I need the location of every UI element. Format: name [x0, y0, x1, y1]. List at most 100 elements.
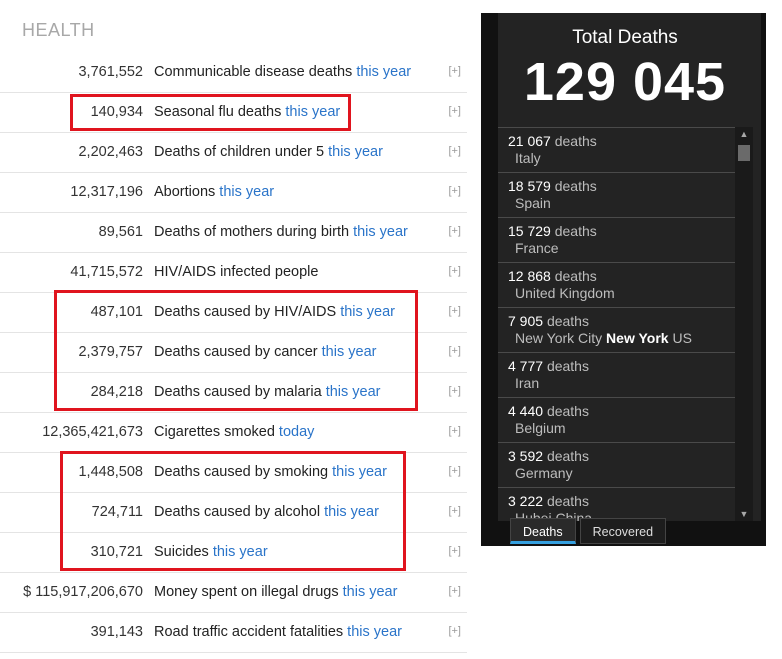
- expand-toggle[interactable]: [+]: [448, 105, 461, 117]
- row-label-group: Money spent on illegal drugs this year: [154, 584, 397, 600]
- row-period-link[interactable]: this year: [219, 184, 274, 200]
- expand-toggle[interactable]: [+]: [448, 545, 461, 557]
- location-name: France: [515, 240, 559, 256]
- expand-toggle[interactable]: [+]: [448, 185, 461, 197]
- row-period-link[interactable]: this year: [328, 144, 383, 160]
- location: United Kingdom: [508, 285, 735, 302]
- location-name: Spain: [515, 195, 551, 211]
- health-row: 12,365,421,673 Cigarettes smoked today [+]: [0, 413, 467, 453]
- expand-toggle[interactable]: [+]: [448, 265, 461, 277]
- row-label: Deaths caused by malaria: [154, 384, 322, 400]
- row-label: Seasonal flu deaths: [154, 104, 282, 120]
- health-row: 12,317,196 Abortions this year [+]: [0, 173, 467, 213]
- row-label-group: Cigarettes smoked today: [154, 424, 314, 440]
- row-label-group: Deaths caused by smoking this year: [154, 464, 387, 480]
- health-row: 41,715,572 HIV/AIDS infected people [+]: [0, 253, 467, 293]
- row-label-group: Deaths of children under 5 this year: [154, 144, 383, 160]
- health-row: 2,379,757 Deaths caused by cancer this ye…: [0, 333, 467, 373]
- row-label: Road traffic accident fatalities: [154, 624, 344, 640]
- location-name: New York City: [515, 330, 603, 346]
- tab-deaths[interactable]: Deaths: [510, 518, 576, 544]
- location-name: United Kingdom: [515, 285, 615, 301]
- row-label: Money spent on illegal drugs: [154, 584, 339, 600]
- row-label-group: Seasonal flu deaths this year: [154, 104, 340, 120]
- scroll-down-icon[interactable]: ▼: [735, 507, 753, 521]
- health-row: 1,448,508 Deaths caused by smoking this y…: [0, 453, 467, 493]
- row-period-link[interactable]: this year: [356, 64, 411, 80]
- health-row: 284,218 Deaths caused by malaria this yea…: [0, 373, 467, 413]
- location: France: [508, 240, 735, 257]
- total-deaths-value: 129 045: [523, 52, 727, 112]
- death-unit: deaths: [546, 403, 589, 419]
- row-period-link[interactable]: this year: [285, 104, 340, 120]
- row-value: 12,365,421,673: [42, 424, 143, 440]
- row-label-group: Abortions this year: [154, 184, 274, 200]
- row-value: 2,202,463: [78, 144, 143, 160]
- expand-toggle[interactable]: [+]: [448, 145, 461, 157]
- list-scrollbar[interactable]: ▲ ▼: [735, 127, 753, 521]
- row-period-link[interactable]: this year: [213, 544, 268, 560]
- expand-toggle[interactable]: [+]: [448, 585, 461, 597]
- expand-toggle[interactable]: [+]: [448, 465, 461, 477]
- death-count: 7 905: [508, 313, 544, 329]
- health-row: 391,143 Road traffic accident fatalities …: [0, 613, 467, 653]
- row-label: Abortions: [154, 184, 216, 200]
- row-label-group: Deaths caused by cancer this year: [154, 344, 376, 360]
- row-period-link[interactable]: this year: [332, 464, 387, 480]
- expand-toggle[interactable]: [+]: [448, 385, 461, 397]
- death-unit: deaths: [554, 133, 597, 149]
- location-name: Italy: [515, 150, 541, 166]
- country-item[interactable]: 12 868 deaths United Kingdom: [498, 262, 735, 307]
- section-title: HEALTH: [22, 20, 95, 40]
- row-label-group: Deaths caused by HIV/AIDS this year: [154, 304, 395, 320]
- tab-recovered[interactable]: Recovered: [579, 518, 667, 544]
- row-label: HIV/AIDS infected people: [154, 264, 319, 280]
- scroll-thumb[interactable]: [738, 145, 750, 161]
- country-deaths-list[interactable]: 21 067 deaths Italy 18 579 deaths Spain 15 7…: [498, 127, 735, 521]
- row-period-link[interactable]: this year: [322, 344, 377, 360]
- country-item[interactable]: 3 592 deaths Germany: [498, 442, 735, 487]
- country-item[interactable]: 4 440 deaths Belgium: [498, 397, 735, 442]
- expand-toggle[interactable]: [+]: [448, 625, 461, 637]
- death-unit: deaths: [546, 448, 589, 464]
- expand-toggle[interactable]: [+]: [448, 425, 461, 437]
- location-name: Iran: [515, 375, 540, 391]
- health-row: 2,202,463 Deaths of children under 5 this…: [0, 133, 467, 173]
- row-label: Deaths of children under 5: [154, 144, 325, 160]
- expand-toggle[interactable]: [+]: [448, 345, 461, 357]
- country-item[interactable]: 15 729 deaths France: [498, 217, 735, 262]
- death-count: 4 440: [508, 403, 544, 419]
- row-value: 12,317,196: [70, 184, 143, 200]
- row-period-link[interactable]: this year: [343, 584, 398, 600]
- death-count: 21 067: [508, 133, 551, 149]
- row-period-link[interactable]: this year: [353, 224, 408, 240]
- expand-toggle[interactable]: [+]: [448, 305, 461, 317]
- expand-toggle[interactable]: [+]: [448, 225, 461, 237]
- death-unit: deaths: [546, 313, 589, 329]
- location-city: New York: [606, 330, 669, 346]
- country-item[interactable]: 4 777 deaths Iran: [498, 352, 735, 397]
- country-item[interactable]: 21 067 deaths Italy: [498, 127, 735, 172]
- expand-toggle[interactable]: [+]: [448, 505, 461, 517]
- row-value: $ 115,917,206,670: [23, 584, 143, 600]
- row-label: Deaths caused by HIV/AIDS: [154, 304, 337, 320]
- row-period-link[interactable]: this year: [326, 384, 381, 400]
- row-value: 724,711: [91, 504, 143, 520]
- row-period-link[interactable]: this year: [340, 304, 395, 320]
- death-unit: deaths: [546, 358, 589, 374]
- country-item[interactable]: 3 222 deaths Hubei China: [498, 487, 735, 521]
- row-period-link[interactable]: this year: [347, 624, 402, 640]
- row-label-group: Deaths caused by alcohol this year: [154, 504, 379, 520]
- location: New York City New York US: [508, 330, 735, 347]
- row-value: 2,379,757: [78, 344, 143, 360]
- health-row: 140,934 Seasonal flu deaths this year [+]: [0, 93, 467, 133]
- health-rows: 3,761,552 Communicable disease deaths thi…: [0, 53, 467, 653]
- country-item[interactable]: 18 579 deaths Spain: [498, 172, 735, 217]
- location: Spain: [508, 195, 735, 212]
- death-count: 12 868: [508, 268, 551, 284]
- row-period-link[interactable]: this year: [324, 504, 379, 520]
- row-period-link[interactable]: today: [279, 424, 314, 440]
- country-item[interactable]: 7 905 deaths New York City New York US: [498, 307, 735, 352]
- scroll-up-icon[interactable]: ▲: [735, 127, 753, 141]
- expand-toggle[interactable]: [+]: [448, 65, 461, 77]
